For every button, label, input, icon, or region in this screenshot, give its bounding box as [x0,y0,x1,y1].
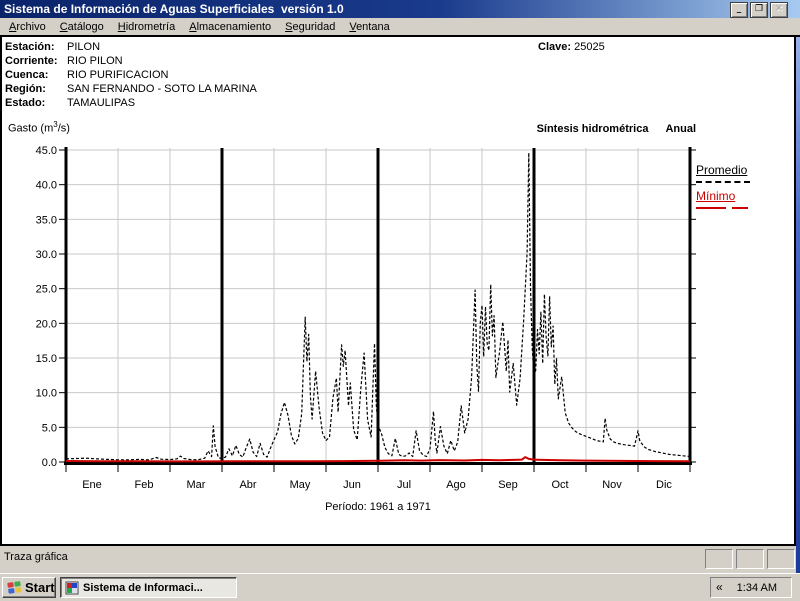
chart-title: Síntesis hidrométrica Anual [536,123,696,135]
station-row: Estado: TAMAULIPAS [5,97,135,109]
status-pane [736,549,764,569]
chart-legend: Promedio Mínimo [696,163,750,209]
status-panes [705,549,795,569]
station-value: RIO PURIFICACION [67,69,169,81]
minimo-line-sample [696,207,748,209]
window-title: Sistema de Información de Aguas Superfic… [4,2,344,16]
legend-promedio-label: Promedio [696,163,748,177]
promedio-line-sample [696,181,750,183]
station-label: Región: [5,83,46,95]
tray-collapse-chevron[interactable]: « [711,580,729,596]
restore-icon: ❐ [754,4,764,14]
legend-minimo-label: Mínimo [696,189,736,203]
taskbar: Start Sistema de Informaci... « 1:34 AM [0,573,800,601]
clave-value: 25025 [574,41,605,53]
start-label: Start [25,580,55,595]
system-tray: « 1:34 AM [710,577,792,598]
station-label: Estado: [5,97,46,109]
task-label: Sistema de Informaci... [83,581,203,594]
station-row: Corriente: RIO PILON [5,55,123,67]
menu-catalogo[interactable]: Catálogo [53,19,111,35]
status-bar: Traza gráfica [0,546,796,573]
station-label: Estación: [5,41,55,53]
windows-logo-icon [7,581,22,594]
chart-overlay: Estación: PILON Corriente: RIO PILON Cuenc… [0,0,800,546]
menu-almacenamiento[interactable]: Almacenamiento [182,19,278,35]
taskbar-task-button[interactable]: Sistema de Informaci... [60,577,237,598]
status-pane [705,549,733,569]
menu-archivo[interactable]: Archivo [2,19,53,35]
app-icon [65,581,79,594]
station-row: Estación: PILON [5,41,100,53]
close-button[interactable]: ✕ [770,2,788,18]
minimize-button[interactable]: _ [730,2,748,18]
restore-button[interactable]: ❐ [750,2,768,18]
window-controls: _ ❐ ✕ [730,2,788,18]
start-button[interactable]: Start [2,577,56,598]
period-label: Período: 1961 a 1971 [325,501,431,513]
menu-ventana[interactable]: Ventana [342,19,396,35]
status-text: Traza gráfica [4,551,68,563]
menu-hidrometria[interactable]: Hidrometría [111,19,182,35]
minimize-icon: _ [736,4,742,14]
status-pane [767,549,795,569]
station-value: PILON [67,41,101,53]
station-label: Cuenca: [5,69,49,81]
taskbar-clock[interactable]: 1:34 AM [729,582,791,594]
station-row: Cuenca: RIO PURIFICACION [5,69,168,81]
close-icon: ✕ [775,4,783,14]
station-value: SAN FERNANDO - SOTO LA MARINA [67,83,257,95]
station-label: Corriente: [5,55,58,67]
title-bar: Sistema de Información de Aguas Superfic… [0,0,800,18]
station-value: RIO PILON [67,55,123,67]
station-row: Región: SAN FERNANDO - SOTO LA MARINA [5,83,257,95]
clave-label: Clave: [538,41,572,53]
menu-bar: Archivo Catálogo Hidrometría Almacenamie… [0,18,800,37]
menu-seguridad[interactable]: Seguridad [278,19,342,35]
clave-field: Clave: 25025 [538,41,605,53]
station-value: TAMAULIPAS [67,97,136,109]
y-axis-title: Gasto (m3/s) [8,120,70,135]
